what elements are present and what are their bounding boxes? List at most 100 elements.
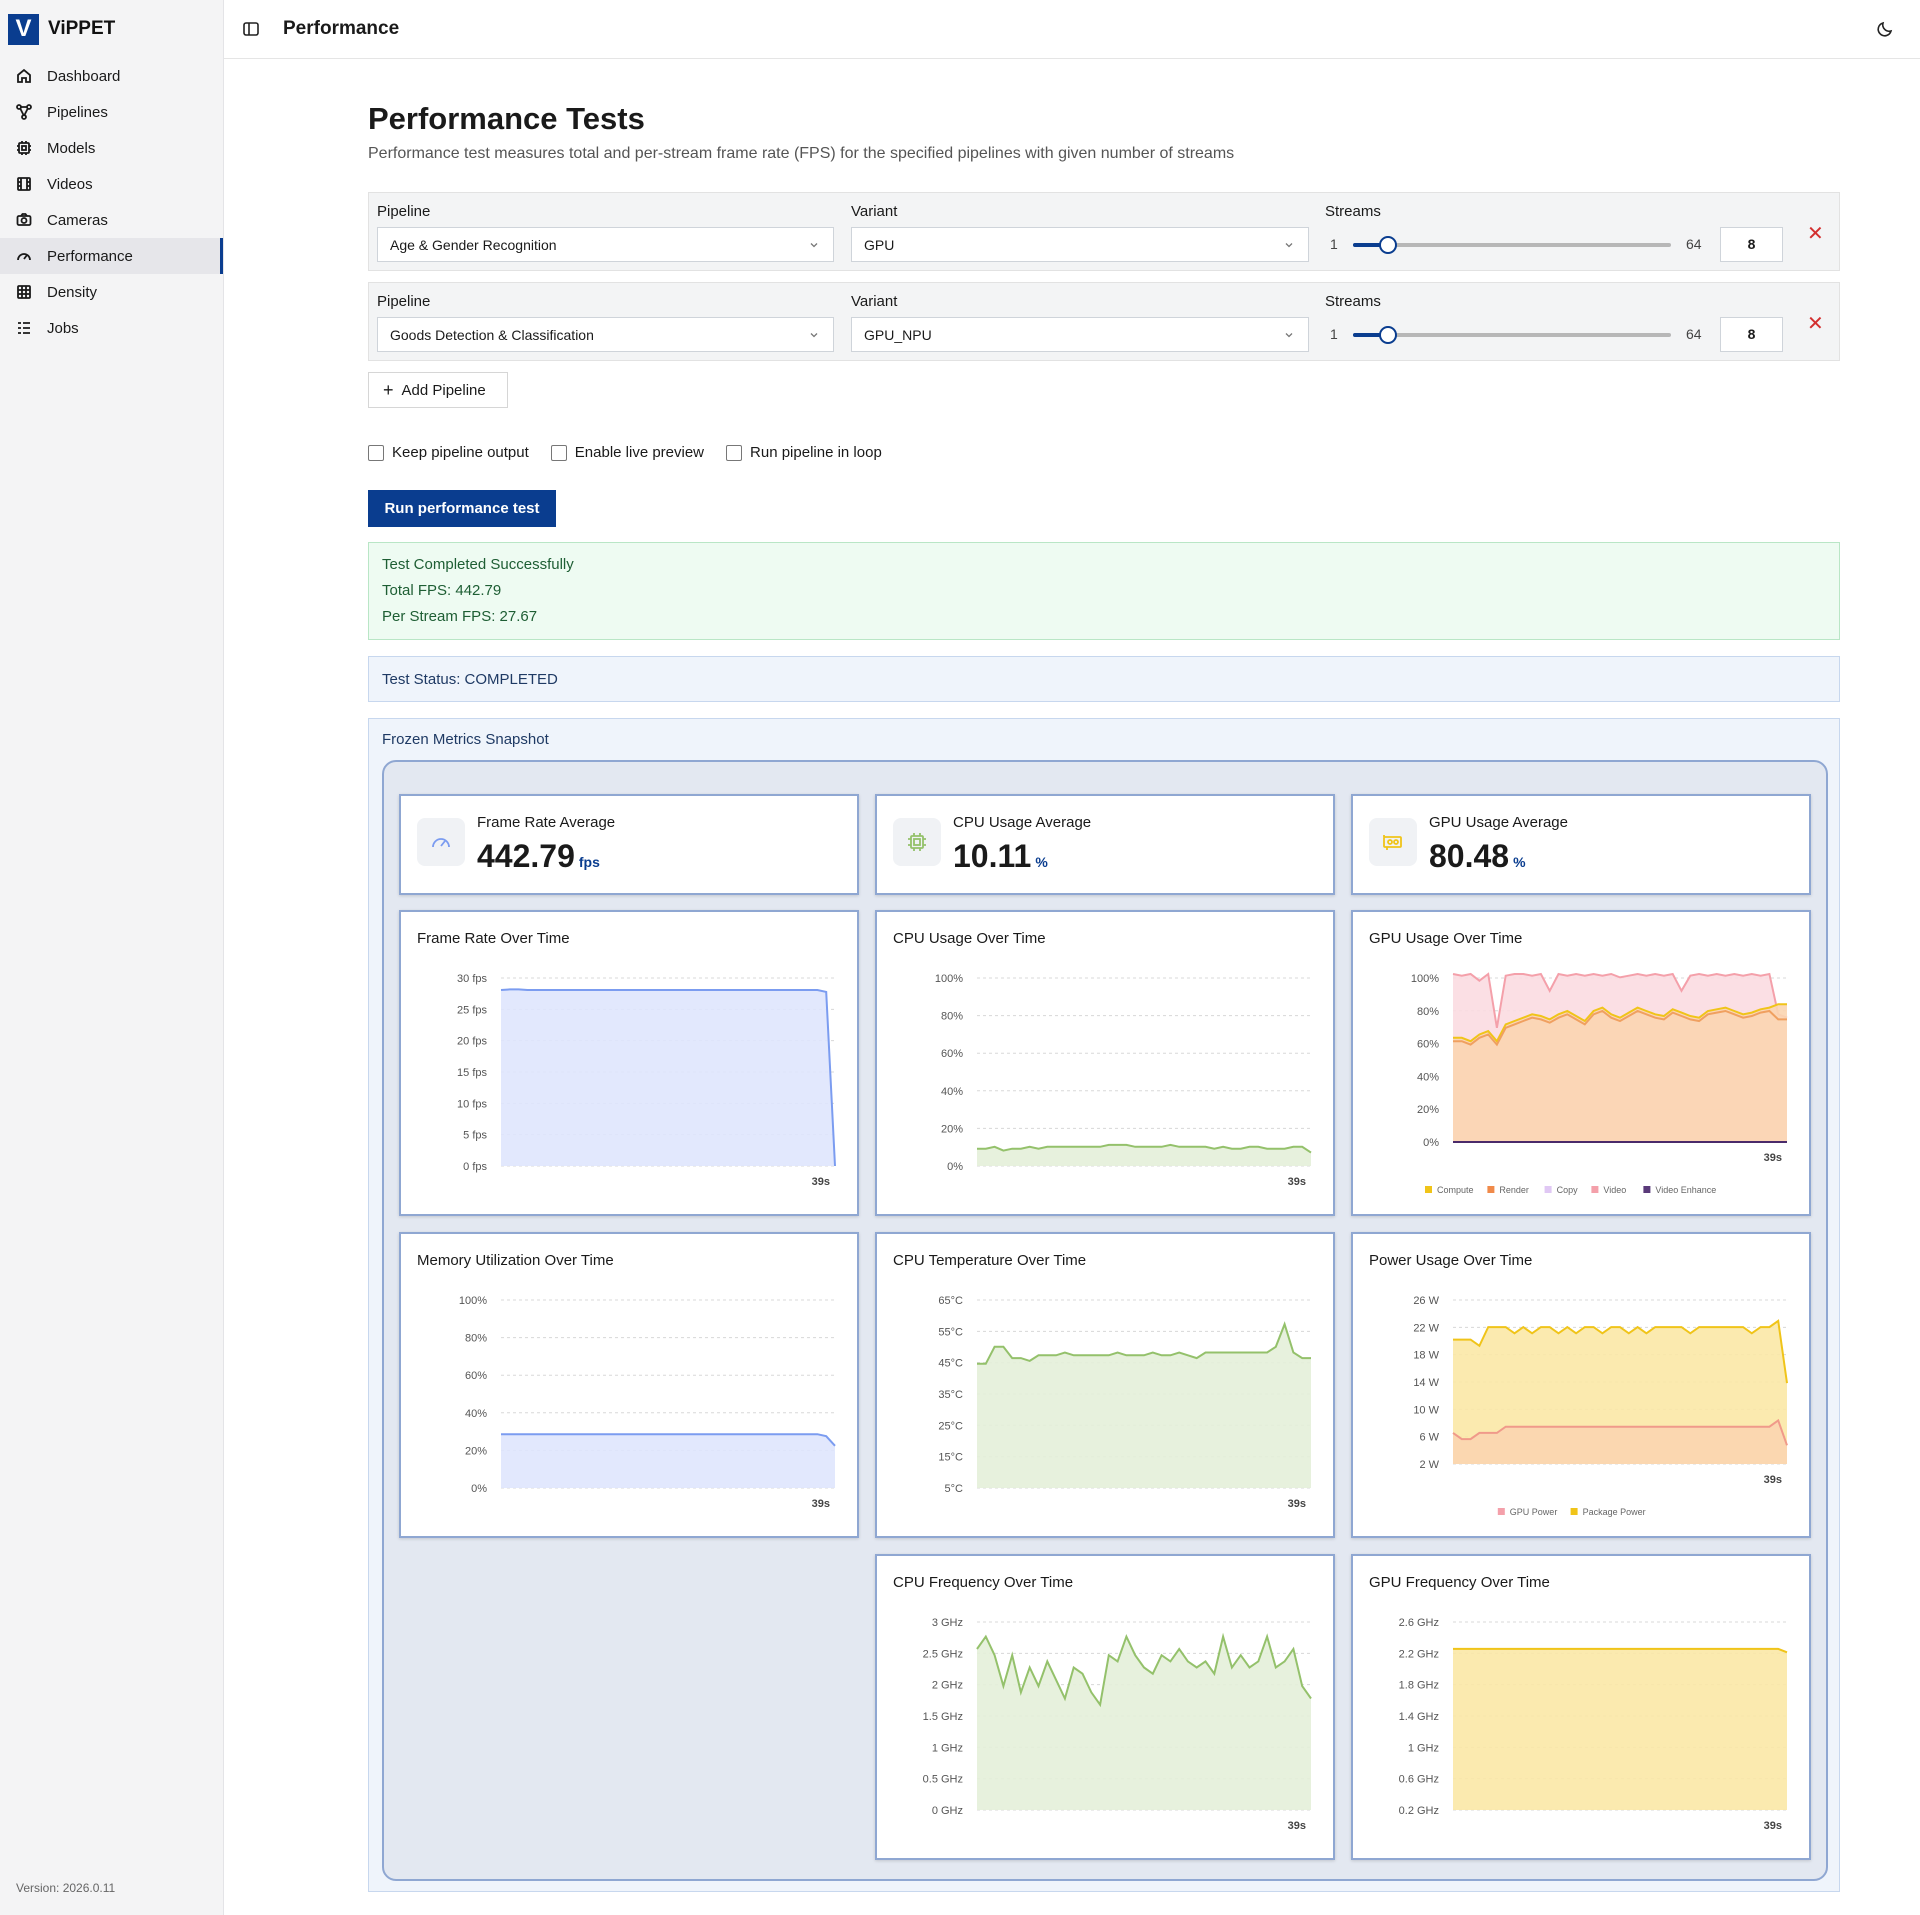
chevron-down-icon (810, 243, 818, 248)
stat-card-cpu: CPU Usage Average 10.11% (875, 794, 1335, 895)
slider-min: 1 (1330, 326, 1338, 342)
legend-swatch (1643, 1186, 1651, 1193)
streams-label: Streams (1325, 203, 1381, 220)
stat-value: 80.48 (1429, 838, 1510, 874)
legend-swatch (1425, 1186, 1432, 1193)
remove-pipeline-button[interactable]: ✕ (1807, 221, 1824, 246)
streams-slider[interactable] (1353, 236, 1671, 254)
y-tick-label: 15 fps (457, 1067, 487, 1079)
stat-value-wrap: 80.48% (1429, 838, 1526, 875)
remove-pipeline-button[interactable]: ✕ (1807, 311, 1824, 336)
sidebar-item-label: Pipelines (47, 103, 108, 121)
y-tick-label: 3 GHz (932, 1617, 963, 1629)
pipeline-select[interactable]: Goods Detection & Classification (377, 317, 834, 352)
sidebar-nav: Dashboard Pipelines Models Videos Camera… (0, 58, 223, 346)
power-chart: 26 W 22 W 18 W 14 W 10 W 6 W 2 W 39s GPU Power Pa… (1413, 1295, 1788, 1517)
checkbox-label: Run pipeline in loop (750, 444, 882, 461)
y-tick-label: 45°C (938, 1358, 963, 1370)
variant-select[interactable]: GPU (851, 227, 1309, 262)
sidebar-item-label: Models (47, 139, 96, 157)
y-tick-label: 5 fps (463, 1130, 487, 1142)
y-tick-label: 60% (465, 1370, 487, 1382)
y-tick-label: 80% (941, 1011, 963, 1023)
legend-swatch (1591, 1186, 1599, 1193)
y-tick-label: 18 W (1413, 1350, 1439, 1362)
variant-label: Variant (851, 293, 898, 310)
stat-card-frame-rate: Frame Rate Average 442.79 fps (399, 794, 859, 895)
cpu-usage-chart: 100% 80% 60% 40% 20% 0% 39s (935, 973, 1312, 1188)
x-tick-label: 39s (1288, 1820, 1306, 1832)
checkbox-box[interactable] (368, 444, 384, 461)
slider-max: 64 (1686, 326, 1702, 342)
slider-max: 64 (1686, 236, 1702, 252)
sidebar-item-performance[interactable]: Performance (0, 238, 223, 274)
stat-value: 442.79 (477, 838, 575, 874)
streams-input[interactable]: 8 (1720, 317, 1783, 352)
y-tick-label: 30 fps (457, 973, 487, 985)
snapshot-title: Frozen Metrics Snapshot (382, 731, 549, 748)
pipeline-select[interactable]: Age & Gender Recognition (377, 227, 834, 262)
stat-label: CPU Usage Average (953, 814, 1092, 831)
slider-thumb[interactable] (1379, 326, 1398, 344)
chevron-down-icon (1285, 333, 1293, 338)
y-tick-label: 22 W (1413, 1322, 1439, 1334)
legend-label: Compute (1437, 1185, 1474, 1195)
topbar: Performance (224, 0, 1920, 59)
y-tick-label: 2 W (1419, 1459, 1439, 1471)
run-performance-test-button[interactable]: Run performance test (368, 490, 556, 527)
chart-card-cpu-usage: CPU Usage Over Time 100% 80% 60% 40% 20% 0% 39… (875, 910, 1335, 1216)
moon-icon[interactable] (1876, 20, 1894, 38)
gpu-usage-chart: 100% 80% 60% 40% 20% 0% 39s Compute Render Copy Vi… (1411, 972, 1788, 1195)
legend-label: Package Power (1583, 1507, 1646, 1517)
slider-thumb[interactable] (1379, 236, 1398, 254)
slider-min: 1 (1330, 236, 1338, 252)
y-tick-label: 0% (1423, 1137, 1439, 1149)
stat-value-wrap: 442.79 fps (477, 838, 600, 875)
checkbox-box[interactable] (726, 444, 743, 461)
keep-output-checkbox[interactable]: Keep pipeline output (368, 444, 529, 461)
checkbox-box[interactable] (550, 444, 567, 461)
film-icon (17, 177, 31, 191)
test-status: Test Status: COMPLETED (382, 670, 558, 688)
sidebar-item-pipelines[interactable]: Pipelines (0, 94, 223, 130)
variant-select[interactable]: GPU_NPU (851, 317, 1309, 352)
streams-label: Streams (1325, 293, 1381, 310)
legend-label: Video (1603, 1185, 1626, 1195)
sidebar: V ViPPET Dashboard Pipelines Models Vide… (0, 0, 224, 1915)
pipeline-label: Pipeline (377, 203, 431, 220)
live-preview-checkbox[interactable]: Enable live preview (550, 444, 704, 461)
y-tick-label: 0 GHz (932, 1805, 963, 1817)
y-tick-label: 2.5 GHz (923, 1648, 963, 1660)
y-tick-label: 40% (941, 1086, 963, 1098)
grid-icon (17, 285, 31, 299)
pipeline-value: Age & Gender Recognition (390, 236, 557, 253)
sidebar-item-dashboard[interactable]: Dashboard (0, 58, 223, 94)
frame-rate-chart: 30 fps 25 fps 20 fps 15 fps 10 fps 5 fps 0 fps… (457, 973, 836, 1188)
run-loop-checkbox[interactable]: Run pipeline in loop (726, 444, 882, 461)
sidebar-item-density[interactable]: Density (0, 274, 223, 310)
stat-unit: % (1513, 854, 1526, 870)
stat-unit: fps (578, 854, 600, 870)
sidebar-item-videos[interactable]: Videos (0, 166, 223, 202)
logo-icon: V (8, 13, 39, 45)
y-tick-label: 80% (465, 1333, 487, 1345)
variant-value: GPU (864, 236, 895, 253)
brand[interactable]: V ViPPET (0, 0, 223, 58)
y-tick-label: 2.2 GHz (1399, 1648, 1439, 1660)
sidebar-item-models[interactable]: Models (0, 130, 223, 166)
page-header-title: Performance (283, 18, 400, 39)
streams-slider[interactable] (1353, 326, 1671, 344)
add-pipeline-button[interactable]: + Add Pipeline (368, 372, 508, 408)
sidebar-item-jobs[interactable]: Jobs (0, 310, 223, 346)
sidebar-toggle-icon[interactable] (241, 19, 261, 39)
sidebar-item-cameras[interactable]: Cameras (0, 202, 223, 238)
series-area-value (977, 1636, 1311, 1810)
chip-icon (17, 141, 31, 155)
chart-card-gpu-usage: GPU Usage Over Time 100% 80% 60% 40% 20% 0% 39… (1351, 910, 1811, 1216)
streams-input[interactable]: 8 (1720, 227, 1783, 262)
list-icon (18, 322, 30, 334)
sidebar-item-label: Density (47, 283, 98, 301)
y-tick-label: 1 GHz (932, 1742, 963, 1754)
chevron-down-icon (1285, 243, 1293, 248)
metrics-snapshot: Frozen Metrics Snapshot Frame Rate Avera… (368, 718, 1840, 1892)
